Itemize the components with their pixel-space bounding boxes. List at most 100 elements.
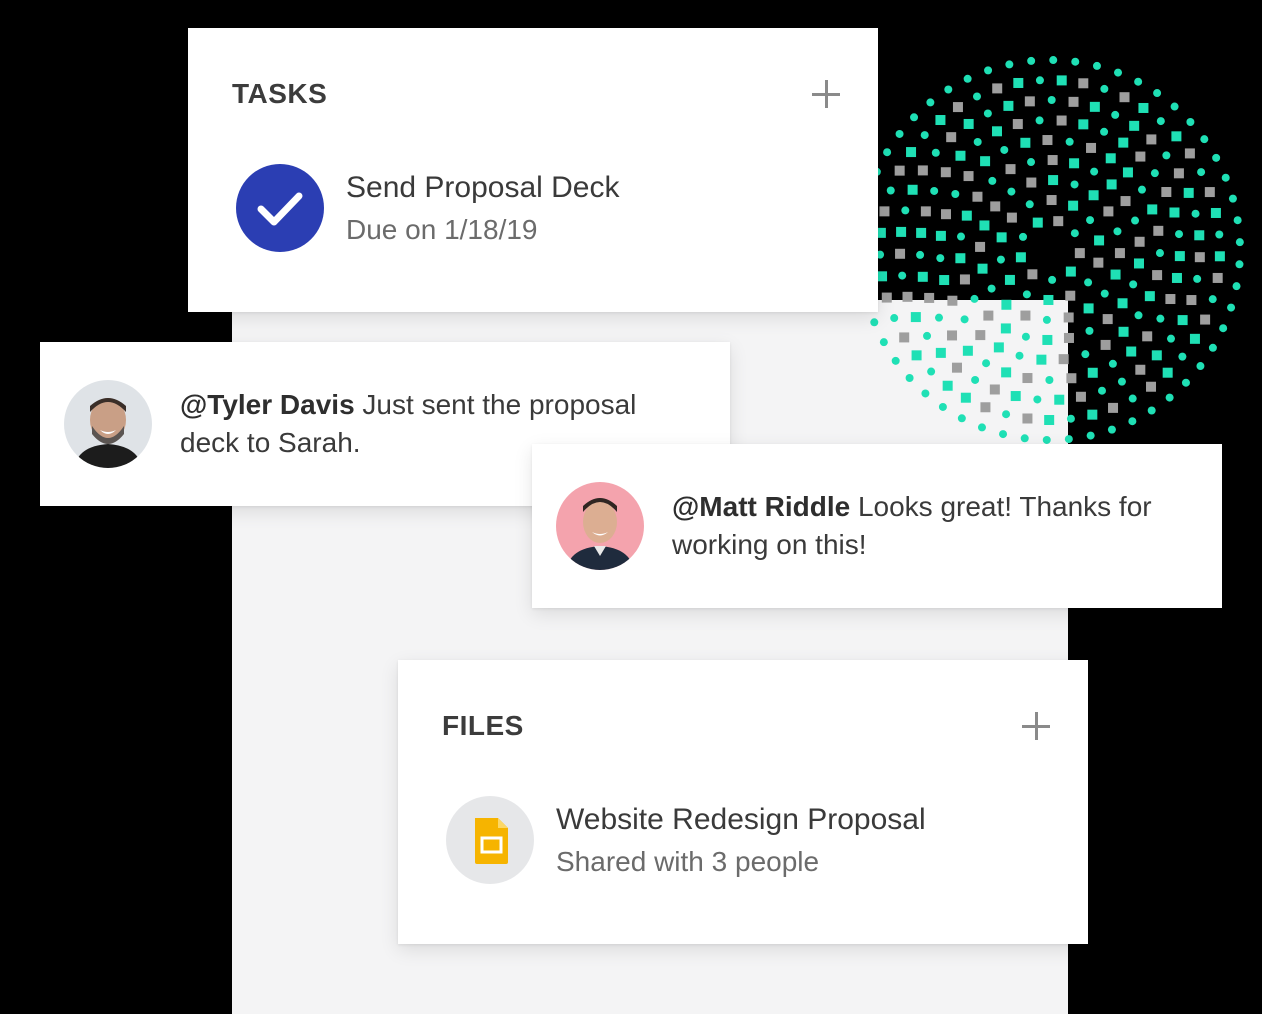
decor-square [1001, 367, 1012, 378]
decor-dot [1166, 334, 1175, 343]
files-header: FILES [442, 710, 524, 741]
check-circle-icon[interactable] [236, 164, 324, 252]
decor-dot [1129, 280, 1138, 289]
decor-dot [1081, 350, 1090, 359]
decor-square [1134, 236, 1145, 247]
decor-square [1194, 230, 1205, 241]
decor-square [896, 226, 907, 237]
add-file-button[interactable] [1020, 710, 1052, 742]
google-slides-icon[interactable] [446, 796, 534, 884]
avatar-matt-riddle[interactable] [556, 482, 644, 570]
mention-link[interactable]: @Matt Riddle [672, 491, 850, 522]
decor-square [991, 126, 1002, 137]
decor-dot [1215, 230, 1224, 239]
decor-dot [951, 189, 960, 198]
decor-square [1066, 373, 1077, 384]
decor-square [1117, 298, 1128, 309]
mention-link[interactable]: @Tyler Davis [180, 389, 355, 420]
decor-square [947, 295, 958, 306]
decor-square [1075, 391, 1086, 402]
decor-dot [1002, 410, 1011, 419]
decor-dot [1233, 216, 1242, 225]
decor-square [1089, 101, 1100, 112]
decor-square [1047, 155, 1058, 166]
decor-dot [1100, 289, 1109, 298]
decor-dot [1212, 153, 1221, 162]
decor-square [1106, 179, 1117, 190]
decor-dot [1084, 278, 1093, 287]
decor-square [1165, 294, 1176, 305]
decor-dot [982, 359, 991, 368]
avatar-tyler-davis[interactable] [64, 380, 152, 468]
decor-dot [1021, 332, 1030, 341]
decor-square [1110, 269, 1121, 280]
decor-square [1054, 394, 1065, 405]
decor-square [1012, 119, 1023, 130]
decor-square [1056, 115, 1067, 126]
decor-square [1144, 291, 1155, 302]
decor-square [963, 118, 974, 129]
decor-dot [1064, 435, 1073, 444]
decor-dot [1085, 326, 1094, 335]
decor-square [955, 253, 966, 264]
decor-dot [1232, 282, 1241, 291]
decorative-dot-pattern [856, 56, 1244, 444]
decor-square [920, 206, 931, 217]
decor-dot [1100, 127, 1109, 136]
decor-square [1186, 295, 1197, 306]
decor-dot [1027, 56, 1036, 65]
decor-square [940, 167, 951, 178]
decor-dot [957, 414, 966, 423]
decor-dot [996, 255, 1005, 264]
decor-dot [927, 367, 936, 376]
decor-square [1087, 367, 1098, 378]
decor-dot [1134, 77, 1143, 86]
decor-dot [1049, 56, 1058, 65]
decor-dot [930, 186, 939, 195]
decor-dot [1027, 158, 1036, 167]
decor-dot [1175, 230, 1184, 239]
decor-dot [1092, 61, 1101, 70]
decor-square [1003, 100, 1014, 111]
tasks-card: TASKS Send Proposal Deck Due on 1/18/19 [188, 28, 878, 312]
decor-square [1118, 137, 1129, 148]
decor-square [955, 150, 966, 161]
decor-square [1036, 354, 1047, 365]
decor-square [902, 291, 913, 302]
decor-square [1162, 367, 1173, 378]
decor-square [1044, 414, 1055, 425]
file-title[interactable]: Website Redesign Proposal [556, 803, 926, 837]
decor-dot [886, 186, 895, 195]
decor-dot [1022, 290, 1031, 299]
decor-square [1006, 212, 1017, 223]
decor-dot [971, 375, 980, 384]
decor-square [1177, 315, 1188, 326]
decor-square [1147, 204, 1158, 215]
decor-dot [957, 232, 966, 241]
decor-dot [1108, 359, 1117, 368]
decor-dot [934, 313, 943, 322]
task-title[interactable]: Send Proposal Deck [346, 171, 620, 205]
decor-square [1169, 207, 1180, 218]
decor-square [1189, 333, 1200, 344]
decor-square [906, 147, 917, 158]
decor-dot [898, 271, 907, 280]
decor-dot [1156, 314, 1165, 323]
decor-dot [1162, 151, 1171, 160]
decor-dot [1186, 117, 1195, 126]
decor-square [1103, 206, 1114, 217]
decor-square [935, 347, 946, 358]
add-task-button[interactable] [810, 78, 842, 110]
decor-square [1001, 299, 1012, 310]
decor-square [1020, 310, 1031, 321]
decor-square [1027, 269, 1038, 280]
decor-dot [973, 137, 982, 146]
decor-square [1126, 346, 1137, 357]
decor-square [1048, 175, 1059, 186]
decor-square [894, 165, 905, 176]
decor-square [977, 263, 988, 274]
decor-square [924, 292, 935, 303]
decor-square [1161, 187, 1172, 198]
decor-square [1065, 266, 1076, 277]
decor-dot [1117, 377, 1126, 386]
